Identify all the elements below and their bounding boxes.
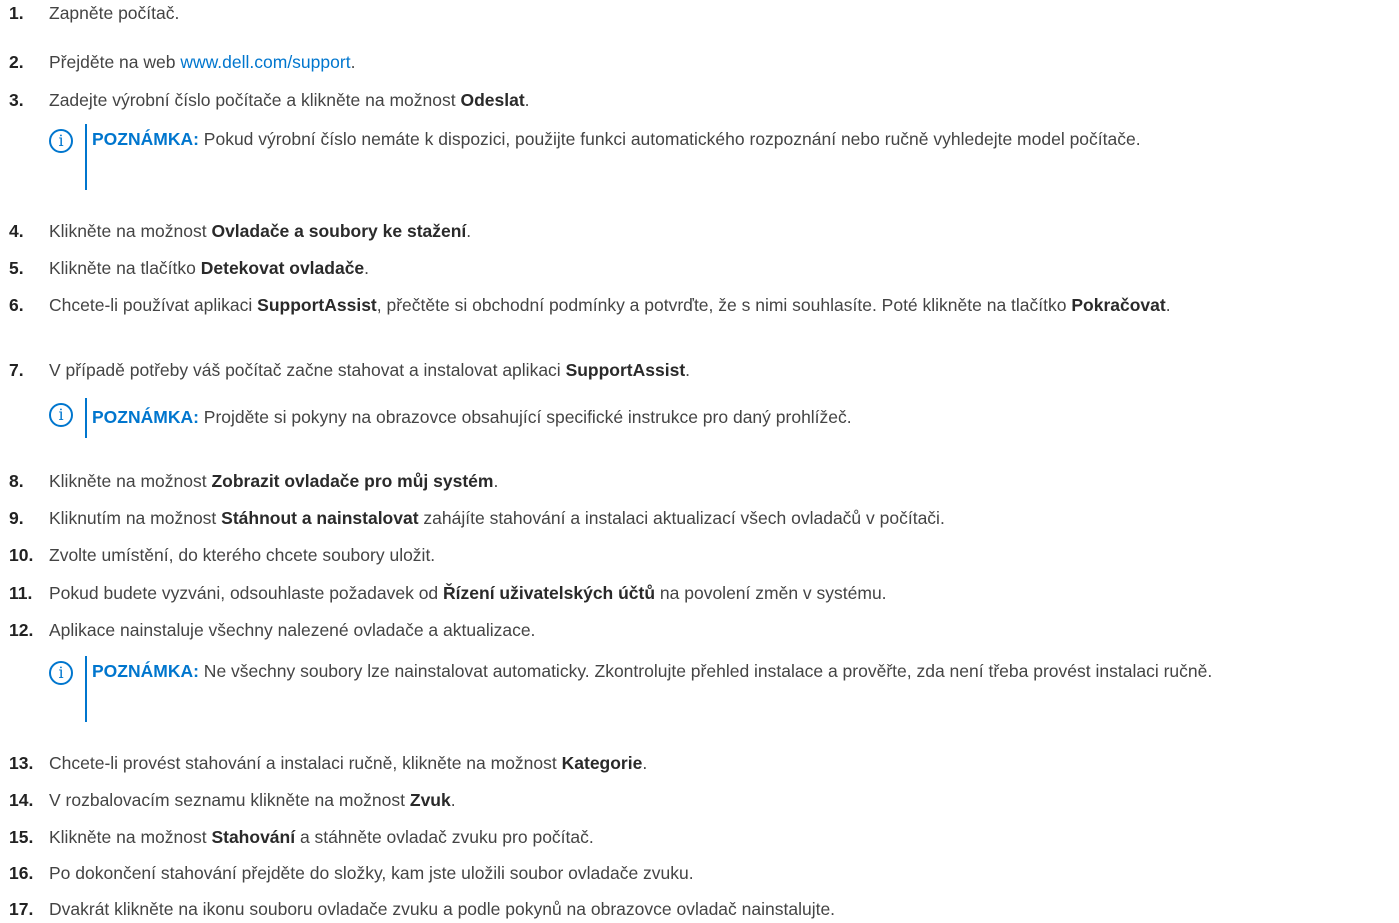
step-9: 9. Kliknutím na možnost Stáhnout a nains…	[0, 505, 1395, 532]
step-number: 16.	[9, 863, 34, 883]
note-text: POZNÁMKA: Ne všechny soubory lze nainsta…	[92, 661, 1213, 681]
note-accent-bar	[85, 398, 87, 438]
step-16: 16. Po dokončení stahování přejděte do s…	[0, 860, 1395, 887]
note-box: i POZNÁMKA: Projděte si pokyny na obrazo…	[49, 398, 1399, 438]
note-accent-bar	[85, 656, 87, 722]
step-8: 8. Klikněte na možnost Zobrazit ovladače…	[0, 468, 1395, 495]
step-14: 14. V rozbalovacím seznamu klikněte na m…	[0, 787, 1395, 814]
step-number: 15.	[9, 827, 34, 847]
step-15: 15. Klikněte na možnost Stahování a stáh…	[0, 824, 1395, 851]
step-text: Kliknutím na možnost Stáhnout a nainstal…	[49, 508, 945, 528]
step-text: Klikněte na možnost Zobrazit ovladače pr…	[49, 471, 499, 491]
note-box: i POZNÁMKA: Ne všechny soubory lze nains…	[49, 656, 1399, 722]
step-number: 3.	[9, 90, 24, 110]
step-number: 11.	[9, 583, 33, 603]
step-6: 6. Chcete-li používat aplikaci SupportAs…	[0, 292, 1395, 319]
step-number: 9.	[9, 508, 24, 528]
step-number: 5.	[9, 258, 24, 278]
note-text: POZNÁMKA: Pokud výrobní číslo nemáte k d…	[92, 129, 1141, 149]
info-icon: i	[49, 661, 73, 685]
support-link[interactable]: www.dell.com/support	[180, 52, 350, 72]
step-number: 1.	[9, 3, 24, 23]
step-number: 6.	[9, 295, 24, 315]
step-text: V případě potřeby váš počítač začne stah…	[49, 360, 691, 380]
step-text: Klikněte na tlačítko Detekovat ovladače.	[49, 258, 370, 278]
step-number: 14.	[9, 790, 34, 810]
step-number: 10.	[9, 545, 34, 565]
info-icon: i	[49, 129, 73, 153]
step-text: Aplikace nainstaluje všechny nalezené ov…	[49, 620, 536, 640]
note-box: i POZNÁMKA: Pokud výrobní číslo nemáte k…	[49, 124, 1399, 190]
step-3: 3. Zadejte výrobní číslo počítače a klik…	[0, 87, 1395, 114]
step-number: 7.	[9, 360, 24, 380]
step-text: V rozbalovacím seznamu klikněte na možno…	[49, 790, 456, 810]
note-text: POZNÁMKA: Projděte si pokyny na obrazovc…	[92, 407, 852, 427]
step-number: 4.	[9, 221, 24, 241]
step-13: 13. Chcete-li provést stahování a instal…	[0, 750, 1395, 777]
step-2: 2. Přejděte na web www.dell.com/support.	[0, 49, 1395, 76]
step-text: Klikněte na možnost Stahování a stáhněte…	[49, 827, 594, 847]
step-text: Chcete-li používat aplikaci SupportAssis…	[49, 295, 1171, 315]
step-7: 7. V případě potřeby váš počítač začne s…	[0, 357, 1395, 384]
step-10: 10. Zvolte umístění, do kterého chcete s…	[0, 542, 1395, 569]
step-text: Přejděte na web www.dell.com/support.	[49, 52, 356, 72]
step-text: Chcete-li provést stahování a instalaci …	[49, 753, 648, 773]
step-text: Pokud budete vyzváni, odsouhlaste požada…	[49, 583, 887, 603]
step-number: 12.	[9, 620, 34, 640]
step-number: 2.	[9, 52, 24, 72]
step-1: 1. Zapněte počítač.	[0, 0, 1395, 27]
step-4: 4. Klikněte na možnost Ovladače a soubor…	[0, 218, 1395, 245]
step-text: Klikněte na možnost Ovladače a soubory k…	[49, 221, 472, 241]
step-text: Zadejte výrobní číslo počítače a kliknět…	[49, 90, 530, 110]
step-number: 8.	[9, 471, 24, 491]
info-icon: i	[49, 403, 73, 427]
step-12: 12. Aplikace nainstaluje všechny nalezen…	[0, 617, 1395, 644]
step-5: 5. Klikněte na tlačítko Detekovat ovlada…	[0, 255, 1395, 282]
step-text: Zapněte počítač.	[49, 3, 180, 23]
step-number: 13.	[9, 753, 34, 773]
step-11: 11. Pokud budete vyzváni, odsouhlaste po…	[0, 580, 1395, 607]
note-accent-bar	[85, 124, 87, 190]
step-text: Zvolte umístění, do kterého chcete soubo…	[49, 545, 436, 565]
step-text: Po dokončení stahování přejděte do složk…	[49, 863, 694, 883]
